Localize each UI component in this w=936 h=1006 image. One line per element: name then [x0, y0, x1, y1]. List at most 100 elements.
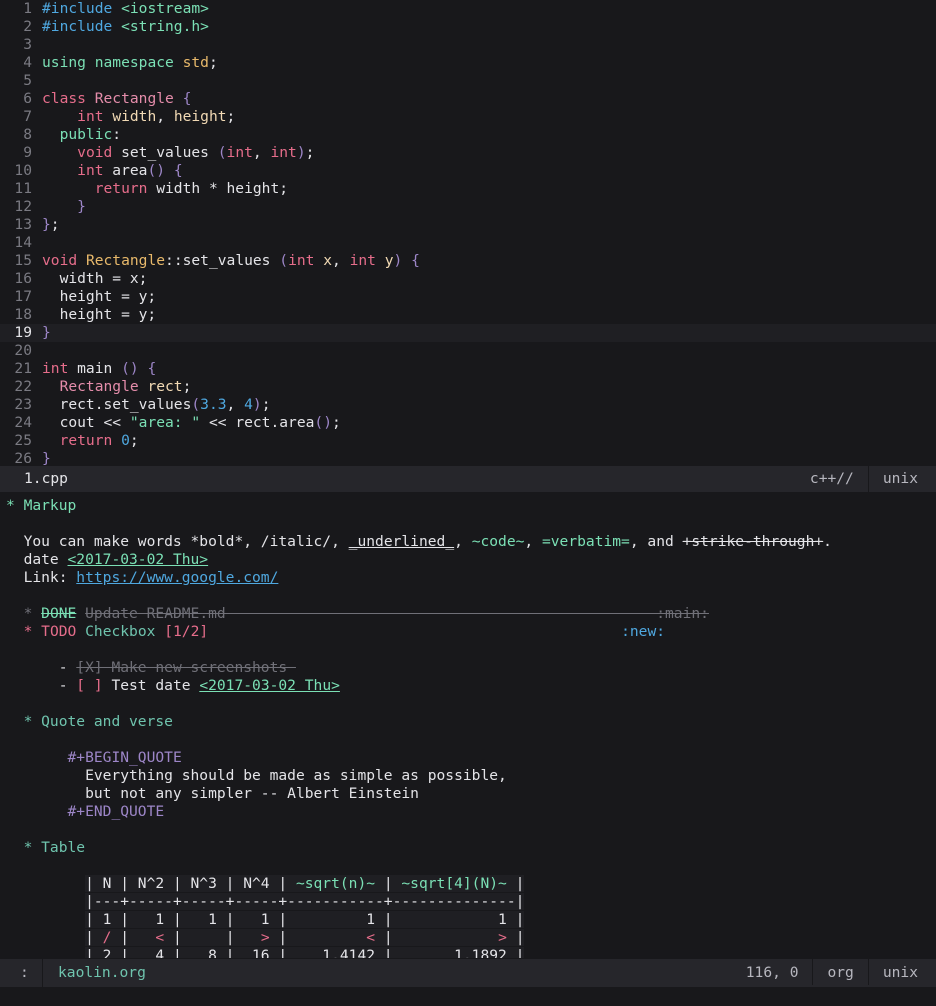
- org-line[interactable]: Everything should be made as simple as p…: [6, 767, 936, 785]
- org-line[interactable]: |---+-----+-----+-----+-----------+-----…: [6, 893, 936, 911]
- code-text[interactable]: Rectangle rect;: [42, 378, 192, 396]
- code-text[interactable]: height = y;: [42, 288, 157, 306]
- code-text[interactable]: void set_values (int, int);: [42, 144, 314, 162]
- org-line[interactable]: date <2017-03-02 Thu>: [6, 551, 936, 569]
- org-line[interactable]: * TODO Checkbox [1/2] :new:: [6, 623, 936, 641]
- code-line[interactable]: 23 rect.set_values(3.3, 4);: [0, 396, 936, 414]
- code-line[interactable]: 16 width = x;: [0, 270, 936, 288]
- code-text[interactable]: }: [42, 198, 86, 216]
- line-number: 5: [23, 72, 32, 89]
- buffer-name[interactable]: 1.cpp: [24, 466, 68, 492]
- code-line[interactable]: 17 height = y;: [0, 288, 936, 306]
- org-editor-pane[interactable]: * Markup You can make words *bold*, /ita…: [0, 494, 936, 958]
- code-line[interactable]: 2 #include <string.h>: [0, 18, 936, 36]
- code-text[interactable]: width = x;: [42, 270, 148, 288]
- code-text[interactable]: height = y;: [42, 306, 157, 324]
- org-line[interactable]: - [X] Make new screenshots: [6, 659, 936, 677]
- org-line[interactable]: You can make words *bold*, /italic/, _un…: [6, 533, 936, 551]
- code-text[interactable]: int main () {: [42, 360, 156, 378]
- code-line[interactable]: 5: [0, 72, 936, 90]
- code-line[interactable]: 26}: [0, 450, 936, 466]
- code-text[interactable]: void Rectangle::set_values (int x, int y…: [42, 252, 420, 270]
- buffer-name[interactable]: kaolin.org: [58, 959, 146, 987]
- code-line[interactable]: 1 #include <iostream>: [0, 0, 936, 18]
- code-line[interactable]: 21 int main () {: [0, 360, 936, 378]
- code-text[interactable]: rect.set_values(3.3, 4);: [42, 396, 271, 414]
- code-line[interactable]: 7 int width, height;: [0, 108, 936, 126]
- line-number: 17: [14, 288, 32, 305]
- code-line[interactable]: 15 void Rectangle::set_values (int x, int…: [0, 252, 936, 270]
- org-line[interactable]: but not any simpler -- Albert Einstein: [6, 785, 936, 803]
- org-line[interactable]: * Table: [6, 839, 936, 857]
- code-text[interactable]: cout << "area: " << rect.area();: [42, 414, 341, 432]
- line-number: 13: [14, 216, 32, 233]
- major-mode: c++//: [809, 470, 854, 487]
- code-line[interactable]: 14: [0, 234, 936, 252]
- code-line[interactable]: 6 class Rectangle {: [0, 90, 936, 108]
- org-line[interactable]: [6, 821, 936, 839]
- code-line[interactable]: 25 return 0;: [0, 432, 936, 450]
- line-number: 24: [14, 414, 32, 431]
- org-line[interactable]: [6, 641, 936, 659]
- eol-type: unix: [882, 470, 918, 487]
- line-number: 11: [14, 180, 32, 197]
- code-text[interactable]: return 0;: [42, 432, 139, 450]
- org-modeline: : kaolin.org 116, 0 org unix: [0, 959, 936, 987]
- code-line[interactable]: 8 public:: [0, 126, 936, 144]
- code-text[interactable]: using namespace std;: [42, 54, 218, 72]
- code-text[interactable]: }: [42, 324, 51, 342]
- org-line[interactable]: * DONE Update README.md :main:: [6, 605, 936, 623]
- code-line[interactable]: 12 }: [0, 198, 936, 216]
- org-line[interactable]: | / | < | | > | < | > |: [6, 929, 936, 947]
- code-text[interactable]: int width, height;: [42, 108, 235, 126]
- org-line[interactable]: * Quote and verse: [6, 713, 936, 731]
- code-text[interactable]: };: [42, 216, 60, 234]
- line-number: 2: [23, 18, 32, 35]
- code-line[interactable]: 24 cout << "area: " << rect.area();: [0, 414, 936, 432]
- org-line[interactable]: | 1 | 1 | 1 | 1 | 1 | 1 |: [6, 911, 936, 929]
- line-number: 19: [14, 324, 32, 341]
- code-text[interactable]: #include <string.h>: [42, 18, 209, 36]
- code-text[interactable]: #include <iostream>: [42, 0, 209, 18]
- org-line[interactable]: [6, 695, 936, 713]
- line-number: 7: [23, 108, 32, 125]
- code-line[interactable]: 10 int area() {: [0, 162, 936, 180]
- org-line[interactable]: Link: https://www.google.com/: [6, 569, 936, 587]
- code-line[interactable]: 20: [0, 342, 936, 360]
- major-mode: org: [827, 964, 854, 981]
- org-line[interactable]: | N | N^2 | N^3 | N^4 | ~sqrt(n)~ | ~sqr…: [6, 875, 936, 893]
- line-number: 18: [14, 306, 32, 323]
- line-number: 8: [23, 126, 32, 143]
- modeline-prefix: :: [20, 964, 29, 981]
- org-line[interactable]: [6, 857, 936, 875]
- cursor-position: 116, 0: [745, 964, 799, 981]
- code-text[interactable]: return width * height;: [42, 180, 288, 198]
- code-line[interactable]: 13};: [0, 216, 936, 234]
- org-line[interactable]: [6, 515, 936, 533]
- code-line[interactable]: 11 return width * height;: [0, 180, 936, 198]
- line-number: 6: [23, 90, 32, 107]
- code-text[interactable]: class Rectangle {: [42, 90, 191, 108]
- org-line[interactable]: [6, 587, 936, 605]
- line-number: 21: [14, 360, 32, 377]
- line-number: 26: [14, 450, 32, 466]
- code-line[interactable]: 19}: [0, 324, 936, 342]
- line-number: 9: [23, 144, 32, 161]
- org-line[interactable]: [6, 731, 936, 749]
- org-line[interactable]: | 2 | 4 | 8 | 16 | 1.4142 | 1.1892 |: [6, 947, 936, 958]
- line-number: 25: [14, 432, 32, 449]
- org-line[interactable]: #+END_QUOTE: [6, 803, 936, 821]
- code-line[interactable]: 22 Rectangle rect;: [0, 378, 936, 396]
- code-line[interactable]: 3: [0, 36, 936, 54]
- code-text[interactable]: public:: [42, 126, 122, 144]
- org-line[interactable]: #+BEGIN_QUOTE: [6, 749, 936, 767]
- code-line[interactable]: 18 height = y;: [0, 306, 936, 324]
- code-text[interactable]: }: [42, 450, 51, 466]
- code-line[interactable]: 4 using namespace std;: [0, 54, 936, 72]
- code-line[interactable]: 9 void set_values (int, int);: [0, 144, 936, 162]
- line-number: 10: [14, 162, 32, 179]
- code-text[interactable]: int area() {: [42, 162, 182, 180]
- code-editor-pane[interactable]: 1 #include <iostream> 2 #include <string.h>…: [0, 0, 936, 466]
- org-line[interactable]: * Markup: [6, 497, 936, 515]
- org-line[interactable]: - [ ] Test date <2017-03-02 Thu>: [6, 677, 936, 695]
